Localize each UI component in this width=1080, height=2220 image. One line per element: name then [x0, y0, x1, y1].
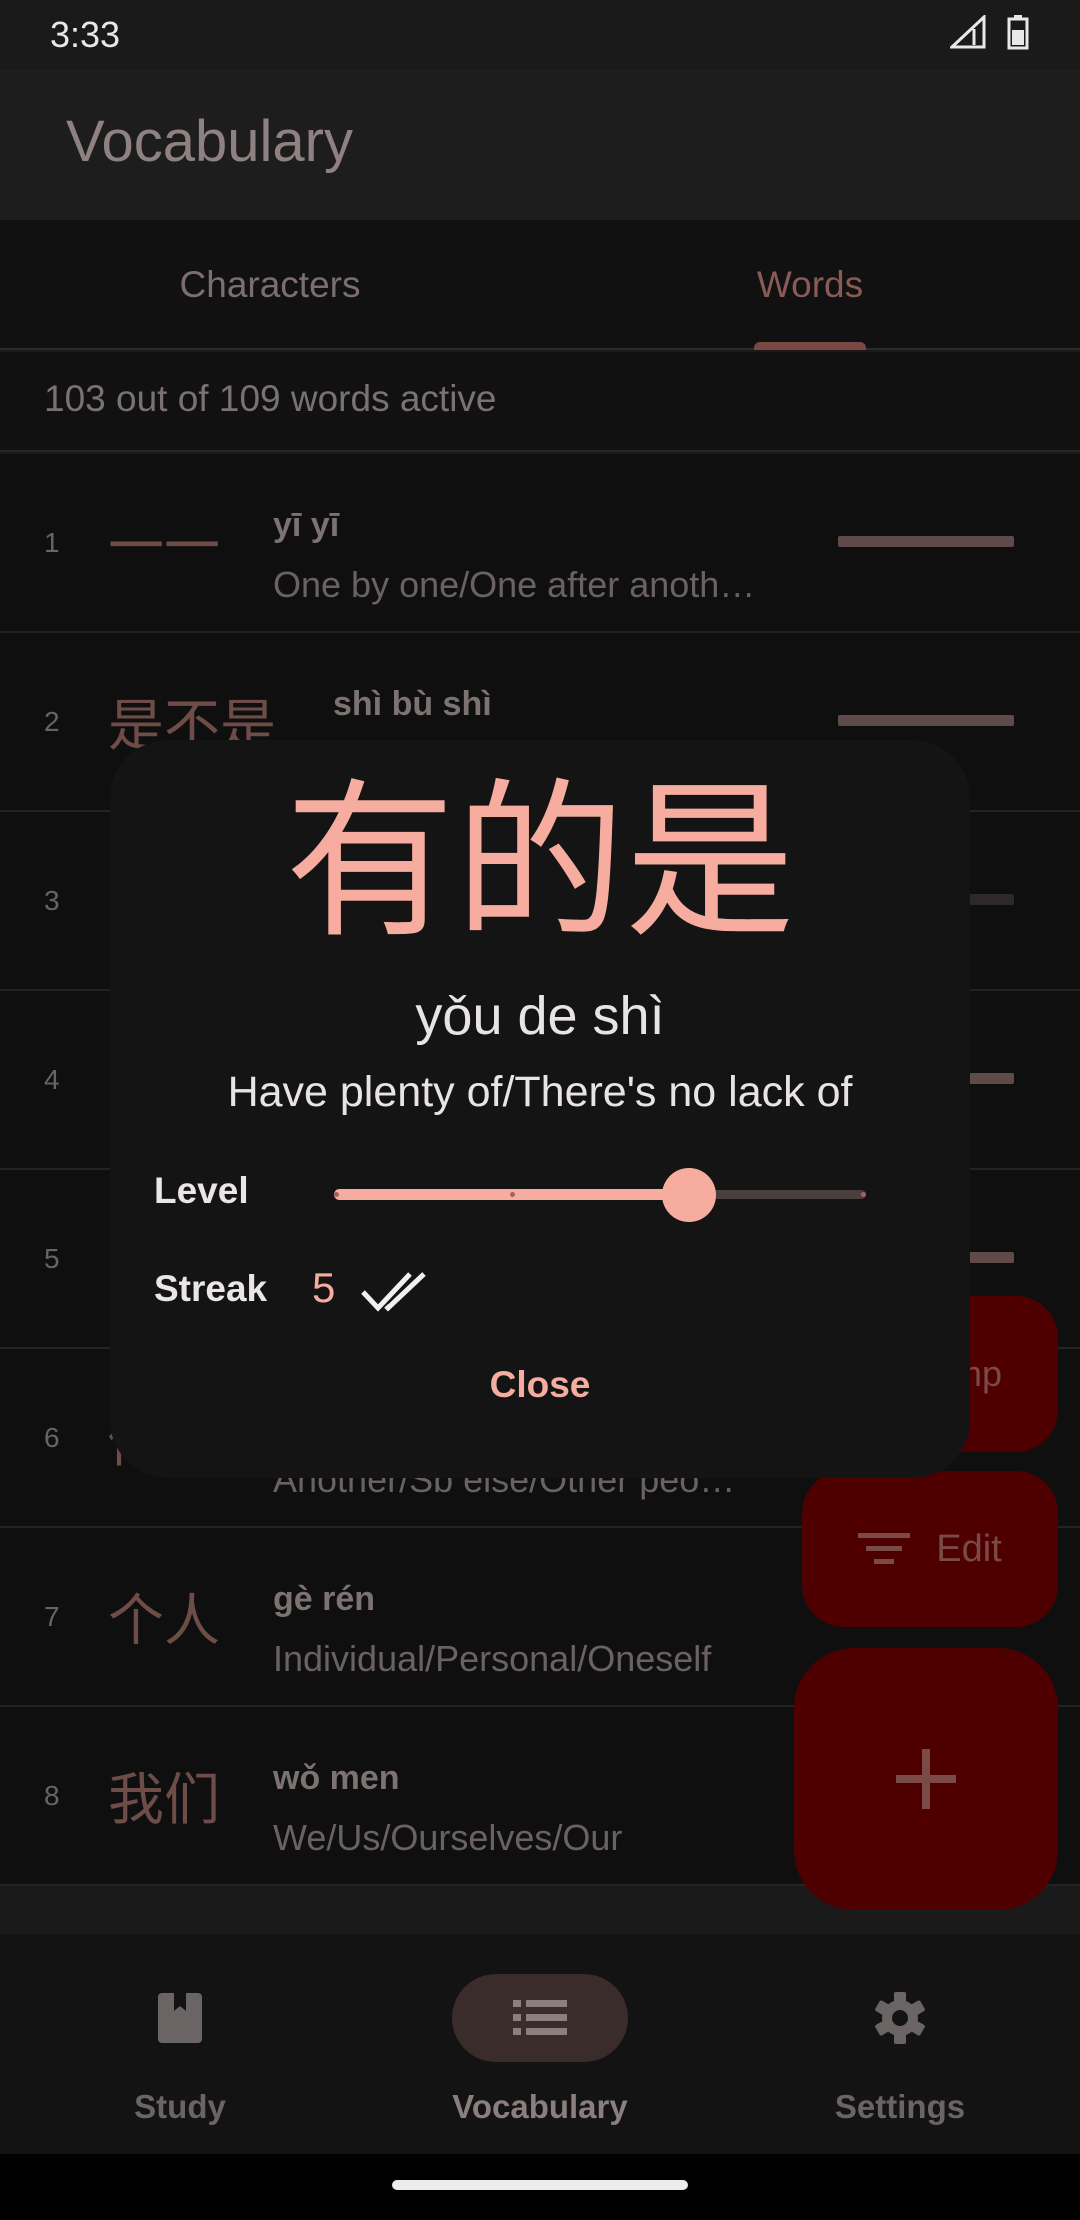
- status-icons: [950, 14, 1030, 50]
- row-meaning: One by one/One after anoth…: [273, 564, 756, 605]
- row-number: 6: [44, 1421, 60, 1453]
- row-number: 3: [44, 884, 60, 916]
- dialog-hanzi: 有的是: [284, 764, 795, 962]
- row-number: 1: [44, 526, 60, 558]
- double-check-icon: [361, 1272, 426, 1312]
- gear-icon: [812, 1974, 988, 2062]
- dialog-meaning: Have plenty of/There's no lack of: [227, 1068, 853, 1116]
- tab-characters[interactable]: Characters: [0, 220, 540, 350]
- nav-item-study[interactable]: Study: [0, 1934, 360, 2154]
- streak-label: Streak: [154, 1268, 268, 1309]
- row-pinyin: yī yī: [273, 506, 340, 544]
- status-bar: 3:33: [0, 0, 1080, 70]
- signal-icon: [950, 15, 986, 49]
- list-icon: [452, 1974, 628, 2062]
- battery-icon: [1007, 15, 1029, 50]
- row-number: 5: [44, 1242, 60, 1274]
- edit-button[interactable]: Edit: [802, 1471, 1058, 1627]
- list-item[interactable]: 1 一一 yī yī One by one/One after anoth…: [0, 454, 1080, 633]
- edit-button-label: Edit: [936, 1527, 1002, 1570]
- tab-words[interactable]: Words: [540, 220, 1080, 350]
- row-hanzi: 个人: [108, 1589, 220, 1654]
- dialog-pinyin: yǒu de shì: [415, 986, 665, 1046]
- row-hanzi: 一一: [108, 515, 220, 580]
- active-summary: 103 out of 109 words active: [0, 352, 1080, 452]
- nav-label-settings: Settings: [834, 2088, 966, 2125]
- tab-indicator: [754, 342, 866, 350]
- close-button[interactable]: Close: [110, 1364, 970, 1406]
- level-bar: [838, 536, 1014, 547]
- status-time: 3:33: [50, 14, 121, 55]
- slider-tick: [334, 1192, 339, 1197]
- bottom-navigation: Study Vocabulary Settings: [0, 1934, 1080, 2154]
- row-number: 4: [44, 1063, 60, 1095]
- tab-bar: Characters Words: [0, 220, 1080, 350]
- nav-label-study: Study: [134, 2088, 226, 2125]
- row-pinyin: gè rén: [273, 1580, 376, 1618]
- nav-item-vocabulary[interactable]: Vocabulary: [360, 1934, 720, 2154]
- sort-icon: [858, 1533, 911, 1564]
- level-label: Level: [154, 1170, 249, 1211]
- slider-tick: [860, 1192, 866, 1197]
- book-icon: [92, 1974, 268, 2062]
- add-word-button[interactable]: [794, 1648, 1058, 1910]
- row-meaning: Individual/Personal/Oneself: [273, 1638, 712, 1679]
- nav-item-settings[interactable]: Settings: [720, 1934, 1080, 2154]
- home-gesture-bar[interactable]: [392, 2180, 688, 2190]
- row-number: 7: [44, 1600, 60, 1632]
- app-bar: Vocabulary: [0, 70, 1080, 220]
- plus-icon: [896, 1749, 956, 1809]
- row-pinyin: shì bù shì: [333, 685, 492, 723]
- slider-thumb[interactable]: [661, 1168, 716, 1222]
- row-number: 2: [44, 705, 60, 737]
- row-number: 8: [44, 1779, 60, 1811]
- row-meaning: We/Us/Ourselves/Our: [273, 1817, 623, 1858]
- row-pinyin: wǒ men: [273, 1759, 400, 1797]
- row-hanzi: 我们: [108, 1768, 220, 1833]
- page-title: Vocabulary: [66, 109, 353, 174]
- slider-tick: [509, 1192, 515, 1197]
- active-summary-text: 103 out of 109 words active: [44, 378, 497, 419]
- level-slider[interactable]: [334, 1160, 866, 1230]
- nav-label-vocabulary: Vocabulary: [452, 2088, 628, 2125]
- streak-value: 5: [312, 1264, 336, 1311]
- word-detail-dialog: 有的是 yǒu de shì Have plenty of/There's no…: [110, 740, 970, 1478]
- level-bar: [838, 715, 1014, 726]
